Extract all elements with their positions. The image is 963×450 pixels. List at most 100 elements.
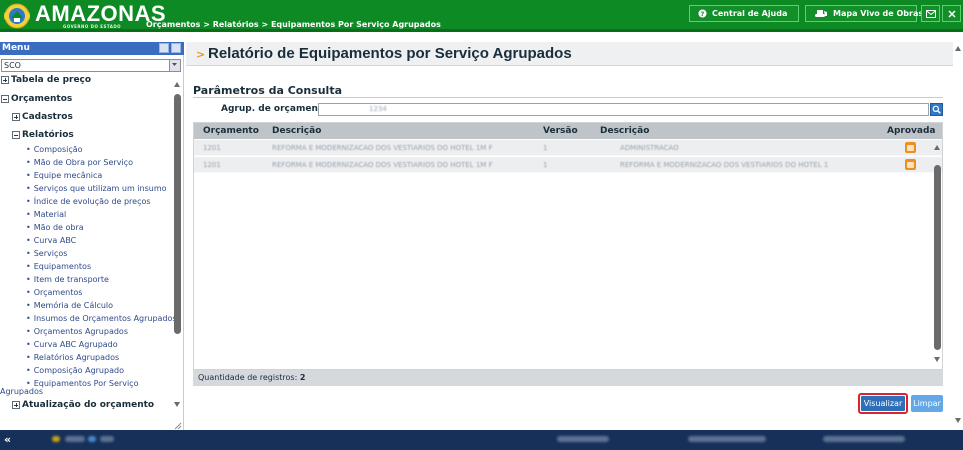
main-scrollbar[interactable] — [953, 42, 963, 430]
cell-descricao: REFORMA E MODERNIZACAO DOS VESTIARIOS DO… — [272, 144, 493, 152]
cell-descricao-versao: REFORMA E MODERNIZACAO DOS VESTIARIOS DO… — [620, 161, 829, 169]
visualizar-button[interactable]: Visualizar — [858, 393, 908, 414]
report-link-composicao-agrupado[interactable]: Composição Agrupado — [26, 366, 124, 375]
group-budget-value: 1234 — [369, 105, 387, 113]
app-window: AMAZONAS GOVERNO DO ESTADO Orçamentos > … — [0, 0, 963, 450]
page-title: Relatório de Equipamentos por Serviço Ag… — [208, 45, 572, 62]
scroll-up-icon[interactable] — [955, 46, 961, 51]
report-link-equipamentos[interactable]: Equipamentos — [26, 262, 91, 271]
cell-versao: 1 — [543, 144, 548, 152]
live-map-button[interactable]: Mapa Vivo de Obras — [805, 5, 923, 22]
menu-title: Menu — [2, 43, 30, 53]
sidebar-item-tabela-preco[interactable]: Tabela de preço — [1, 75, 91, 85]
chevron-down-icon — [169, 60, 180, 71]
limpar-button[interactable]: Limpar — [911, 395, 943, 412]
resize-grip-icon[interactable] — [174, 422, 182, 430]
approved-calendar-icon — [905, 142, 916, 153]
sidebar-item-atualizacao[interactable]: Atualização do orçamento — [12, 400, 154, 410]
report-link-relatorios-agrupados[interactable]: Relatórios Agrupados — [26, 353, 119, 362]
table-row[interactable]: 1201 REFORMA E MODERNIZACAO DOS VESTIARI… — [194, 140, 942, 156]
approved-calendar-icon — [905, 159, 916, 170]
close-button[interactable] — [942, 5, 961, 22]
system-select[interactable]: SCO — [1, 59, 181, 72]
sidebar-item-relatorios[interactable]: Relatórios — [12, 130, 74, 140]
help-center-button[interactable]: ? Central de Ajuda — [689, 5, 799, 22]
column-header-aprovada[interactable]: Aprovada — [887, 126, 936, 136]
report-link-indice-precos[interactable]: Índice de evolução de preços — [26, 197, 151, 206]
help-center-label: Central de Ajuda — [712, 9, 788, 18]
sidebar-item-label: Atualização do orçamento — [22, 400, 155, 410]
scroll-up-icon[interactable] — [934, 145, 940, 150]
table-footer: Quantidade de registros: 2 — [193, 370, 943, 386]
page-title-bar: > Relatório de Equipamentos por Serviço … — [186, 42, 953, 66]
report-link-curva-abc-agrupado[interactable]: Curva ABC Agrupado — [26, 340, 118, 349]
bottom-status-bar: « — [0, 430, 963, 450]
logo-subtitle: GOVERNO DO ESTADO — [63, 24, 122, 29]
top-header: AMAZONAS GOVERNO DO ESTADO Orçamentos > … — [0, 0, 963, 32]
sidebar-scroll-thumb[interactable] — [174, 94, 181, 334]
column-header-descricao[interactable]: Descrição — [272, 126, 321, 136]
report-link-material[interactable]: Material — [26, 210, 67, 219]
record-count-value: 2 — [299, 373, 306, 382]
column-header-orcamento[interactable]: Orçamento — [203, 126, 259, 136]
scroll-down-icon[interactable] — [174, 402, 180, 407]
cell-orcamento: 1201 — [203, 144, 221, 152]
report-link-servicos[interactable]: Serviços — [26, 249, 68, 258]
table-scrollbar[interactable] — [933, 141, 942, 367]
search-icon — [932, 105, 941, 114]
column-header-versao[interactable]: Versão — [543, 126, 578, 136]
mail-button[interactable] — [921, 5, 940, 22]
close-icon — [947, 9, 956, 18]
report-link-servicos-insumo[interactable]: Serviços que utilizam um insumo — [26, 184, 167, 193]
menu-minimize-icon[interactable] — [159, 43, 169, 53]
amazonas-logo[interactable]: AMAZONAS GOVERNO DO ESTADO — [3, 2, 166, 30]
sidebar-menu: Menu SCO Tabela de preço Orçamentos Cada… — [0, 42, 184, 430]
report-link-orcamentos[interactable]: Orçamentos — [26, 288, 83, 297]
svg-text:?: ? — [701, 11, 705, 18]
visualizar-label: Visualizar — [861, 396, 905, 411]
status-indicator — [100, 436, 114, 442]
section-divider — [193, 97, 943, 98]
envelope-icon — [925, 9, 936, 18]
expand-icon — [1, 76, 9, 84]
menu-expand-icon[interactable] — [171, 43, 181, 53]
report-link-mao-obra-servico[interactable]: Mão de Obra por Serviço — [26, 158, 133, 167]
chevron-right-icon: > — [196, 48, 206, 61]
collapse-icon — [1, 95, 9, 103]
report-link-memoria-calculo[interactable]: Memória de Cálculo — [26, 301, 113, 310]
report-link-orcamentos-agrupados[interactable]: Orçamentos Agrupados — [26, 327, 128, 336]
table-scroll-thumb[interactable] — [934, 165, 941, 350]
sidebar-item-label: Cadastros — [22, 112, 73, 122]
report-link-equipe-mecanica[interactable]: Equipe mecânica — [26, 171, 103, 180]
report-link-mao-obra[interactable]: Mão de obra — [26, 223, 84, 232]
sidebar-scrollbar[interactable] — [173, 78, 182, 418]
scroll-up-icon[interactable] — [174, 82, 180, 87]
report-link-composicao[interactable]: Composição — [26, 145, 83, 154]
scroll-down-icon[interactable] — [955, 418, 961, 423]
table-row[interactable]: 1201 REFORMA E MODERNIZACAO DOS VESTIARI… — [194, 157, 942, 173]
group-budget-input[interactable]: 1234 — [318, 103, 929, 116]
collapse-menu-icon[interactable]: « — [4, 433, 11, 446]
status-indicator — [65, 436, 85, 442]
menu-header: Menu — [0, 42, 184, 55]
sidebar-item-label: Tabela de preço — [11, 75, 92, 85]
coat-of-arms-icon — [4, 3, 30, 29]
scroll-down-icon[interactable] — [934, 357, 940, 362]
status-user — [557, 436, 609, 442]
record-count: Quantidade de registros: 2 — [198, 373, 305, 382]
table-header: Orçamento Descrição Versão Descrição Apr… — [194, 123, 942, 139]
breadcrumb: Orçamentos > Relatórios > Equipamentos P… — [146, 20, 441, 29]
expand-icon — [12, 113, 20, 121]
sidebar-item-cadastros[interactable]: Cadastros — [12, 112, 73, 122]
status-version — [688, 436, 766, 442]
system-select-value: SCO — [4, 61, 21, 70]
report-link-equipamentos-servico-continuation[interactable]: Agrupados — [0, 387, 43, 396]
column-header-descricao-versao[interactable]: Descrição — [600, 126, 649, 136]
report-link-item-transporte[interactable]: Item de transporte — [26, 275, 109, 284]
sidebar-item-label: Relatórios — [22, 130, 74, 140]
report-link-curva-abc[interactable]: Curva ABC — [26, 236, 77, 245]
search-button[interactable] — [930, 103, 943, 116]
report-link-insumos-agrupados[interactable]: Insumos de Orçamentos Agrupados — [26, 314, 177, 323]
sidebar-item-orcamentos[interactable]: Orçamentos — [1, 94, 72, 104]
status-icon — [52, 436, 60, 442]
